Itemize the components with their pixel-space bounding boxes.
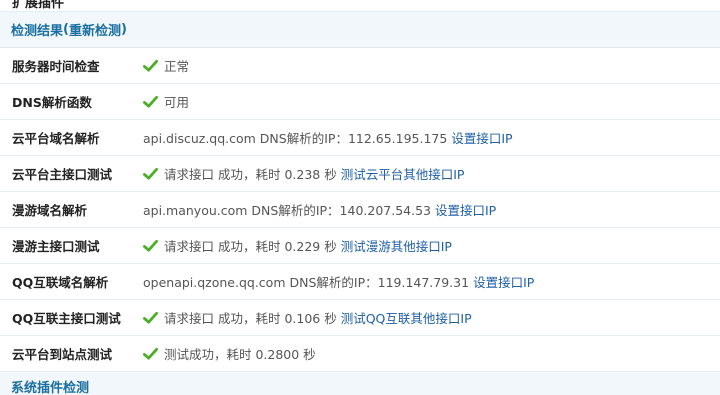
result-rows: 服务器时间检查 正常 DNS解析函数 可用云平台域名解析 api.discuz.qq.c… <box>0 48 720 372</box>
table-row: DNS解析函数 可用 <box>0 84 720 120</box>
row-label: 漫游域名解析 <box>12 203 88 218</box>
table-row: 云平台到站点测试 测试成功，耗时 0.2800 秒 <box>0 336 720 372</box>
row-label: QQ互联主接口测试 <box>12 311 121 326</box>
table-row: 漫游域名解析 api.manyou.com DNS解析的IP：140.207.54… <box>0 192 720 228</box>
table-row: 漫游主接口测试 请求接口 成功，耗时 0.229 秒测试漫游其他接口IP <box>0 228 720 264</box>
check-icon <box>143 347 158 361</box>
row-value: 请求接口 成功，耗时 0.106 秒测试QQ互联其他接口IP <box>143 308 472 327</box>
row-label: DNS解析函数 <box>12 95 92 110</box>
top-cut-heading: 扩展插件 <box>0 0 720 12</box>
row-label: 云平台到站点测试 <box>12 347 113 362</box>
row-value: openapi.qzone.qq.com DNS解析的IP：119.147.79… <box>143 272 534 291</box>
row-value: 正常 <box>143 56 189 75</box>
row-action-link[interactable]: 设置接口IP <box>435 200 496 219</box>
row-value: 可用 <box>143 92 189 111</box>
row-label: 漫游主接口测试 <box>12 239 100 254</box>
section-title-plugins: 系统插件检测 <box>11 381 90 395</box>
row-value: api.manyou.com DNS解析的IP：140.207.54.53 设置接… <box>143 200 496 219</box>
check-icon <box>143 167 158 181</box>
row-action-link[interactable]: 测试漫游其他接口IP <box>341 236 452 255</box>
section-title-results: 检测结果 <box>11 24 64 39</box>
row-value: 请求接口 成功，耗时 0.229 秒测试漫游其他接口IP <box>143 236 452 255</box>
row-value-text: 请求接口 成功，耗时 0.238 秒 <box>164 167 337 182</box>
row-value: 测试成功，耗时 0.2800 秒 <box>143 344 316 363</box>
top-cut-text: 扩展插件 <box>12 0 65 11</box>
row-value: api.discuz.qq.com DNS解析的IP：112.65.195.17… <box>143 128 513 147</box>
check-icon <box>143 59 158 73</box>
row-value-text: openapi.qzone.qq.com DNS解析的IP：119.147.79… <box>143 275 470 290</box>
check-icon <box>143 95 158 109</box>
section-header-plugins: 系统插件检测 <box>0 372 720 395</box>
row-action-link[interactable]: 测试QQ互联其他接口IP <box>341 308 472 327</box>
recheck-link[interactable]: 重新检测 <box>69 20 121 39</box>
row-action-link[interactable]: 测试云平台其他接口IP <box>341 164 465 183</box>
row-label: 服务器时间检查 <box>12 59 100 74</box>
table-row: QQ互联域名解析 openapi.qzone.qq.com DNS解析的IP：11… <box>0 264 720 300</box>
check-icon <box>143 239 158 253</box>
table-row: 服务器时间检查 正常 <box>0 48 720 84</box>
table-row: QQ互联主接口测试 请求接口 成功，耗时 0.106 秒测试QQ互联其他接口IP <box>0 300 720 336</box>
row-label: 云平台域名解析 <box>12 131 100 146</box>
row-value-text: 测试成功，耗时 0.2800 秒 <box>164 347 316 362</box>
row-label: QQ互联域名解析 <box>12 275 109 290</box>
row-value: 请求接口 成功，耗时 0.238 秒测试云平台其他接口IP <box>143 164 464 183</box>
row-action-link[interactable]: 设置接口IP <box>451 128 512 147</box>
check-icon <box>143 311 158 325</box>
relink-close-paren: ) <box>120 22 127 37</box>
row-action-link[interactable]: 设置接口IP <box>473 272 534 291</box>
table-row: 云平台主接口测试 请求接口 成功，耗时 0.238 秒测试云平台其他接口IP <box>0 156 720 192</box>
row-value-text: 正常 <box>164 59 190 74</box>
row-value-text: 可用 <box>164 95 190 110</box>
row-value-text: 请求接口 成功，耗时 0.229 秒 <box>164 239 337 254</box>
row-value-text: api.discuz.qq.com DNS解析的IP：112.65.195.17… <box>143 131 448 146</box>
row-value-text: api.manyou.com DNS解析的IP：140.207.54.53 <box>143 203 431 218</box>
row-label: 云平台主接口测试 <box>12 167 113 182</box>
section-header-results: 检测结果 ( 重新检测 ) <box>0 12 720 48</box>
table-row: 云平台域名解析 api.discuz.qq.com DNS解析的IP：112.65… <box>0 120 720 156</box>
row-value-text: 请求接口 成功，耗时 0.106 秒 <box>164 311 337 326</box>
